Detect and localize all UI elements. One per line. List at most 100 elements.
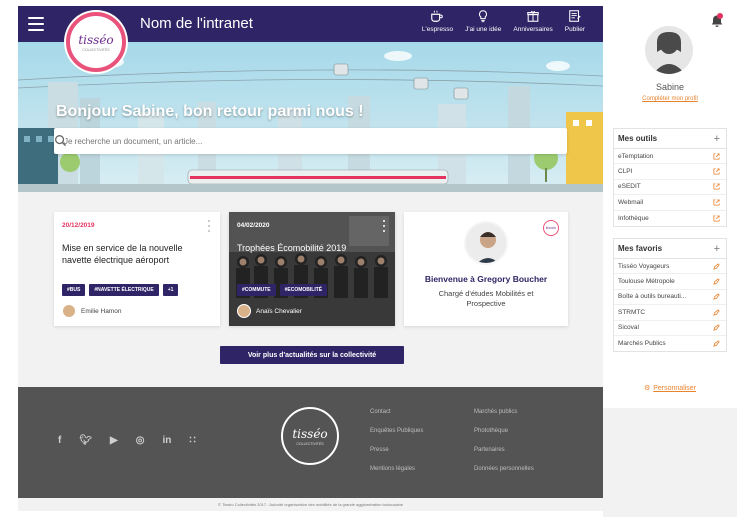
footer-link[interactable]: Données personnelles bbox=[474, 466, 534, 472]
youtube-icon[interactable]: ▶ bbox=[110, 435, 118, 446]
edit-pencil-icon[interactable] bbox=[713, 309, 720, 316]
edit-pencil-icon[interactable] bbox=[713, 263, 720, 270]
welcome-title: Bienvenue à Gregory Boucher bbox=[424, 274, 548, 284]
more-options-icon[interactable] bbox=[383, 220, 386, 232]
external-link-icon bbox=[713, 183, 720, 190]
nav-birthdays-label: Anniversaires bbox=[513, 26, 553, 33]
nav-publish[interactable]: Publier bbox=[565, 9, 585, 33]
nav-espresso[interactable]: L'espresso bbox=[422, 9, 453, 33]
footer-link[interactable]: Photothèque bbox=[474, 428, 534, 434]
more-options-icon[interactable] bbox=[208, 220, 211, 232]
user-avatar[interactable] bbox=[645, 26, 693, 74]
footer-link[interactable]: Contact bbox=[370, 409, 423, 415]
external-link-icon bbox=[713, 199, 720, 206]
nav-espresso-label: L'espresso bbox=[421, 26, 454, 33]
facebook-icon[interactable]: f bbox=[58, 435, 61, 446]
welcome-card[interactable]: tisséo Bienvenue à Gregory Boucher Charg… bbox=[404, 212, 568, 326]
greeting-title: Bonjour Sabine, bon retour parmi nous ! bbox=[56, 103, 364, 120]
external-link-icon bbox=[713, 153, 720, 160]
nav-idea-label: J'ai une idée bbox=[465, 26, 502, 33]
favorite-item[interactable]: Marchés Publics bbox=[614, 336, 726, 351]
footer-link[interactable]: Presse bbox=[370, 447, 423, 453]
external-link-icon bbox=[713, 168, 720, 175]
tools-box: Mes outils + eTemptation CLPI eSEDIT Web… bbox=[613, 128, 727, 227]
footer-link[interactable]: Marchés publics bbox=[474, 409, 534, 415]
tool-label: eSEDIT bbox=[618, 183, 641, 191]
personalize-label: Personnaliser bbox=[653, 385, 697, 392]
footer-logo-text: tisséo bbox=[292, 426, 328, 441]
tool-item[interactable]: eTemptation bbox=[614, 149, 726, 165]
tag-more[interactable]: +1 bbox=[162, 284, 179, 296]
rss-icon[interactable]: ∷ bbox=[189, 435, 195, 446]
news-card-photo[interactable]: 04/02/2020 Trophées Écomobilité 2019 #CO… bbox=[229, 212, 395, 326]
linkedin-icon[interactable]: in bbox=[162, 435, 171, 446]
news-author: Emilie Hamon bbox=[62, 304, 121, 318]
favorite-item[interactable]: Boîte à outils bureauti... bbox=[614, 290, 726, 306]
favorite-label: Toulouse Métropole bbox=[618, 278, 675, 286]
twitter-icon[interactable]: 🐦︎ bbox=[79, 435, 92, 446]
nav-publish-label: Publier bbox=[564, 26, 585, 33]
footer-links-right: Marchés publics Photothèque Partenaires … bbox=[474, 409, 534, 472]
footer-link[interactable]: Mentions légales bbox=[370, 466, 423, 472]
tag[interactable]: #COMMUTE bbox=[237, 284, 276, 296]
favorites-title: Mes favoris bbox=[618, 244, 663, 253]
author-name: Anaïs Chevalier bbox=[256, 307, 302, 315]
tool-item[interactable]: eSEDIT bbox=[614, 180, 726, 196]
news-author: Anaïs Chevalier bbox=[237, 304, 302, 318]
news-title[interactable]: Trophées Écomobilité 2019 bbox=[237, 242, 387, 254]
complete-profile-link[interactable]: Compléter mon profil bbox=[603, 96, 737, 102]
tool-item[interactable]: Infothèque bbox=[614, 211, 726, 226]
edit-pencil-icon[interactable] bbox=[713, 324, 720, 331]
right-panel: Sabine Compléter mon profil Mes outils +… bbox=[603, 0, 737, 517]
brand-logo-text: tisséo bbox=[78, 32, 114, 47]
copyright-text: © Tisséo Collectivités 2017 - Autorité o… bbox=[217, 502, 404, 507]
tag[interactable]: #ECOMOBILITÉ bbox=[279, 284, 328, 296]
edit-pencil-icon[interactable] bbox=[713, 340, 720, 347]
search-input[interactable] bbox=[64, 133, 534, 149]
gear-icon: ⚙ bbox=[643, 385, 651, 392]
personalize-link[interactable]: ⚙ Personnaliser bbox=[603, 384, 737, 392]
user-name: Sabine bbox=[655, 82, 685, 92]
edit-pencil-icon[interactable] bbox=[713, 293, 720, 301]
instagram-icon[interactable]: ◎ bbox=[136, 435, 145, 446]
tool-label: CLPI bbox=[618, 168, 633, 176]
nav-birthdays[interactable]: Anniversaires bbox=[513, 9, 553, 33]
nav-idea[interactable]: J'ai une idée bbox=[465, 9, 501, 33]
footer-logo[interactable]: tisséo COLLECTIVITÉS bbox=[281, 407, 339, 465]
tool-item[interactable]: Webmail bbox=[614, 195, 726, 211]
tag[interactable]: #BUS bbox=[62, 284, 86, 296]
notification-badge bbox=[717, 13, 723, 19]
new-employee-photo bbox=[464, 221, 508, 265]
add-favorite-icon[interactable]: + bbox=[714, 243, 720, 255]
main-column: Nom de l'intranet L'espresso J'ai une id… bbox=[18, 6, 603, 511]
tag[interactable]: #NAVETTE ÉLECTRIQUE bbox=[89, 284, 159, 296]
tag-list: #COMMUTE #ECOMOBILITÉ bbox=[237, 284, 328, 296]
footer-link[interactable]: Partenaires bbox=[474, 447, 534, 453]
edit-pencil-icon[interactable] bbox=[713, 278, 720, 285]
menu-icon[interactable] bbox=[28, 17, 44, 31]
top-nav: L'espresso J'ai une idée Anniversaires P… bbox=[422, 9, 585, 33]
favorite-item[interactable]: Tisséo Voyageurs bbox=[614, 259, 726, 275]
search-icon[interactable] bbox=[54, 134, 67, 147]
news-card[interactable]: 20/12/2019 Mise en service de la nouvell… bbox=[54, 212, 220, 326]
news-title[interactable]: Mise en service de la nouvelle navette é… bbox=[62, 242, 212, 266]
tool-item[interactable]: CLPI bbox=[614, 164, 726, 180]
brand-logo[interactable]: tisséo COLLECTIVITÉS bbox=[66, 12, 126, 72]
coffee-cup-icon bbox=[431, 10, 444, 22]
tool-label: Webmail bbox=[618, 198, 644, 206]
favorite-item[interactable]: STRMTC bbox=[614, 305, 726, 321]
more-news-button[interactable]: Voir plus d'actualités sur la collectivi… bbox=[220, 346, 404, 364]
favorite-item[interactable]: Sicoval bbox=[614, 321, 726, 336]
favorite-item[interactable]: Toulouse Métropole bbox=[614, 274, 726, 290]
author-avatar bbox=[237, 304, 251, 318]
favorites-box: Mes favoris + Tisséo Voyageurs Toulouse … bbox=[613, 238, 727, 353]
tag-list: #BUS #NAVETTE ÉLECTRIQUE +1 bbox=[62, 284, 179, 296]
brand-logo-sub: COLLECTIVITÉS bbox=[82, 47, 110, 52]
app-title: Nom de l'intranet bbox=[140, 15, 253, 32]
footer-link[interactable]: Enquêtes Publiques bbox=[370, 428, 423, 434]
favorite-label: Marchés Publics bbox=[618, 340, 666, 348]
add-tool-icon[interactable]: + bbox=[714, 133, 720, 145]
tools-header: Mes outils + bbox=[614, 129, 726, 149]
footer-links-left: Contact Enquêtes Publiques Presse Mentio… bbox=[370, 409, 423, 472]
author-avatar bbox=[62, 304, 76, 318]
